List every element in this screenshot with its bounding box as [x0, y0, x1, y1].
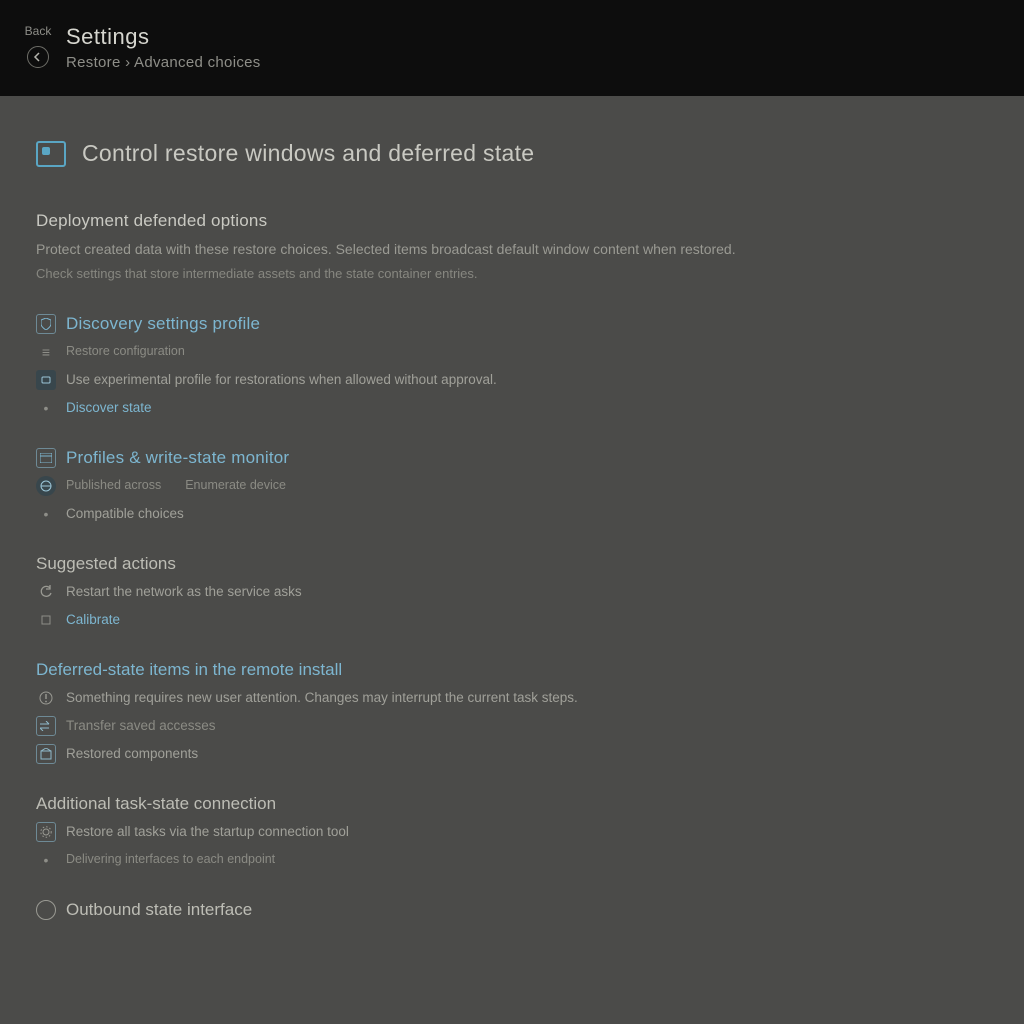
section-deployment: Deployment defended options Protect crea… — [36, 211, 988, 284]
item-label[interactable]: Restored components — [66, 744, 198, 764]
section-heading: Discovery settings profile — [66, 314, 260, 334]
breadcrumb[interactable]: Restore › Advanced choices — [66, 54, 261, 71]
back-icon[interactable] — [27, 46, 49, 68]
bullet-icon: • — [36, 398, 56, 418]
item-label[interactable]: Compatible choices — [66, 504, 184, 524]
hero-title: Control restore windows and deferred sta… — [82, 140, 534, 167]
device-icon — [36, 370, 56, 390]
section-profiles: Profiles & write-state monitor Published… — [36, 448, 988, 524]
item-link[interactable]: Calibrate — [66, 610, 120, 630]
section-heading: Additional task-state connection — [36, 794, 988, 814]
item-label: Delivering interfaces to each endpoint — [66, 850, 275, 868]
item-link[interactable]: Discover state — [66, 398, 152, 418]
section-heading: Deployment defended options — [36, 211, 988, 231]
main-content: Control restore windows and deferred sta… — [0, 96, 1024, 920]
item-label: Something requires new user attention. C… — [66, 688, 578, 708]
bullet-icon: ≡ — [36, 342, 56, 362]
section-heading: Profiles & write-state monitor — [66, 448, 289, 468]
hero: Control restore windows and deferred sta… — [36, 140, 988, 167]
globe-icon — [36, 476, 56, 496]
section-additional: Additional task-state connection Restore… — [36, 794, 988, 870]
gear-icon — [36, 822, 56, 842]
section-lead: Protect created data with these restore … — [36, 239, 988, 260]
item-label: Use experimental profile for restoration… — [66, 370, 497, 390]
topbar: Back Settings Restore › Advanced choices — [0, 0, 1024, 96]
circle-icon — [36, 900, 56, 920]
page-title: Settings — [66, 24, 261, 50]
alert-icon — [36, 688, 56, 708]
transfer-icon — [36, 716, 56, 736]
section-deferred: Deferred-state items in the remote insta… — [36, 660, 988, 764]
section-heading: Outbound state interface — [66, 900, 252, 920]
package-icon — [36, 744, 56, 764]
bullet-icon: • — [36, 850, 56, 870]
item-label[interactable]: Restart the network as the service asks — [66, 582, 302, 602]
section-suggested: Suggested actions Restart the network as… — [36, 554, 988, 630]
bullet-icon: • — [36, 504, 56, 524]
item-label: Published across — [66, 476, 161, 494]
section-heading: Deferred-state items in the remote insta… — [36, 660, 988, 680]
card-icon — [36, 448, 56, 468]
tool-icon — [36, 610, 56, 630]
restart-icon — [36, 582, 56, 602]
section-outbound: Outbound state interface — [36, 900, 988, 920]
item-label[interactable]: Restore all tasks via the startup connec… — [66, 822, 349, 842]
item-badge: Enumerate device — [185, 476, 286, 494]
shield-icon — [36, 314, 56, 334]
item-label[interactable]: Restore configuration — [66, 342, 185, 360]
section-sub: Check settings that store intermediate a… — [36, 264, 988, 284]
monitor-icon — [36, 141, 66, 167]
back-label: Back — [25, 24, 52, 38]
section-discovery: Discovery settings profile ≡ Restore con… — [36, 314, 988, 418]
item-label[interactable]: Transfer saved accesses — [66, 716, 216, 736]
section-heading: Suggested actions — [36, 554, 988, 574]
